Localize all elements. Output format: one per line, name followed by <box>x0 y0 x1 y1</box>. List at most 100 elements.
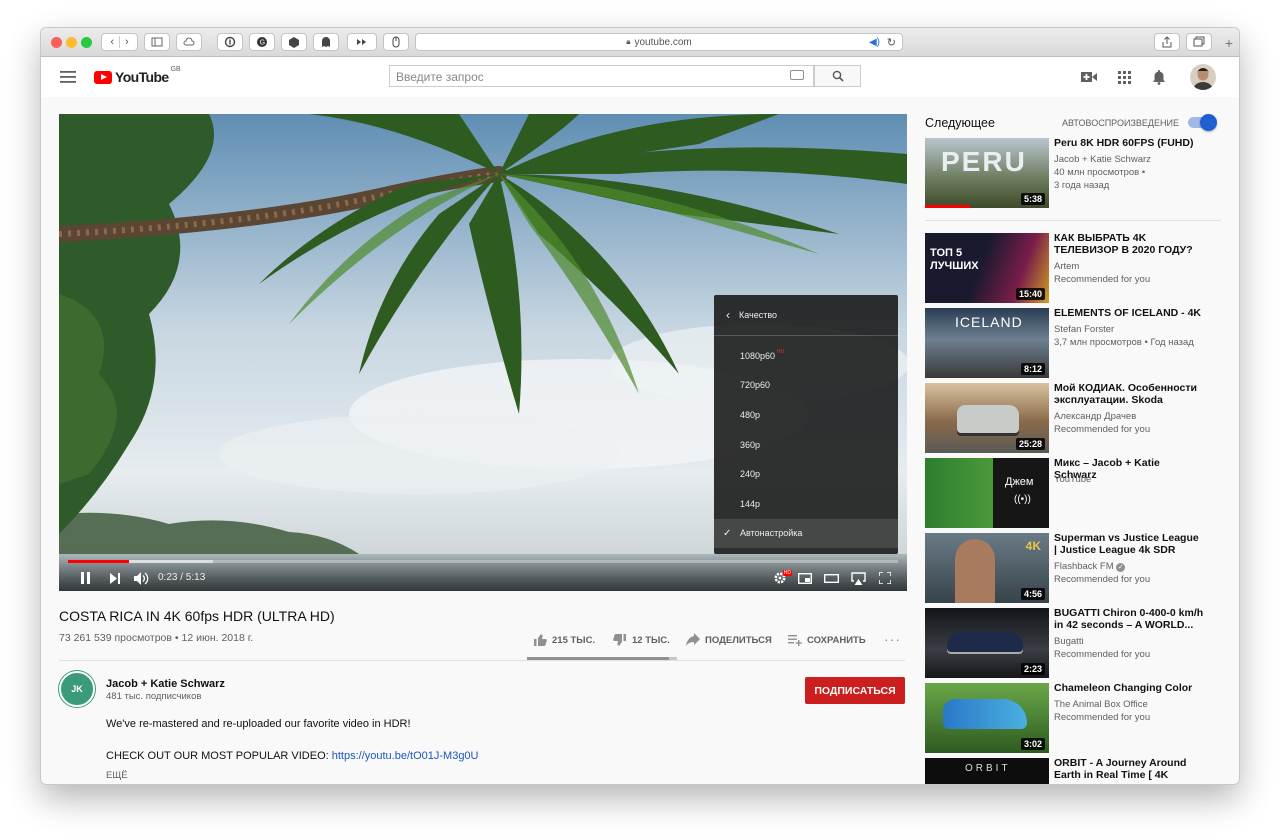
quality-option-360p[interactable]: 360p <box>714 430 898 460</box>
subscribe-button[interactable]: ПОДПИСАТЬСЯ <box>805 677 905 704</box>
autoplay-toggle[interactable] <box>1188 114 1217 131</box>
video-card[interactable]: Джем ((•)) Микс – Jacob + Katie Schwarz … <box>925 457 1225 528</box>
channel-name[interactable]: Jacob + Katie Schwarz <box>106 678 225 690</box>
video-thumbnail[interactable]: ORBIT <box>925 758 1049 784</box>
thumbnail-text: ТОП 5 ЛУЧШИХ <box>930 247 979 272</box>
pause-icon[interactable] <box>77 570 93 586</box>
zoom-window-icon[interactable] <box>81 37 92 48</box>
quality-option-720p60[interactable]: 720p60 <box>714 371 898 401</box>
video-card[interactable]: PERU 5:38 Peru 8K HDR 60FPS (FUHD) Jacob… <box>925 137 1225 208</box>
video-card-title[interactable]: Мой КОДИАК. Особенности эксплуатации. Sk… <box>1054 382 1204 407</box>
video-thumbnail[interactable]: ICELAND 8:12 <box>925 308 1049 378</box>
search-input[interactable]: Введите запрос <box>389 65 814 87</box>
icloud-button[interactable] <box>176 33 202 51</box>
share-video-button[interactable]: ПОДЕЛИТЬСЯ <box>686 633 772 647</box>
video-thumbnail[interactable]: 3:02 <box>925 683 1049 753</box>
video-card[interactable]: 3:02 Chameleon Changing Color The Animal… <box>925 682 1225 753</box>
grammarly-button[interactable]: G <box>249 33 275 51</box>
video-thumbnail[interactable]: 2:23 <box>925 608 1049 678</box>
menu-icon[interactable] <box>59 69 77 85</box>
video-thumbnail[interactable]: PERU 5:38 <box>925 138 1049 208</box>
onepassword-button[interactable] <box>217 33 243 51</box>
video-player[interactable]: ‹ Качество 1080p60 HD 720p60 480p 360p 2… <box>59 114 907 591</box>
search-button[interactable] <box>814 65 861 87</box>
video-card-channel[interactable]: Jacob + Katie Schwarz <box>1054 154 1219 165</box>
video-card-title[interactable]: КАК ВЫБРАТЬ 4K ТЕЛЕВИЗОР В 2020 ГОДУ? LG… <box>1054 232 1204 257</box>
back-icon[interactable]: ‹ <box>105 36 120 48</box>
show-more-button[interactable]: ЕЩЁ <box>106 770 128 781</box>
screen-recorder-button[interactable] <box>347 33 377 51</box>
close-window-icon[interactable] <box>51 37 62 48</box>
video-card[interactable]: 4K 4:56 Superman vs Justice League | Jus… <box>925 532 1225 603</box>
video-card-meta: Recommended for you <box>1054 712 1151 723</box>
mouse-extension-button[interactable] <box>383 33 409 51</box>
fullscreen-icon[interactable] <box>877 570 893 586</box>
sidebar-button[interactable] <box>144 33 170 51</box>
video-card-channel[interactable]: Stefan Forster <box>1054 324 1219 335</box>
quality-option-1080p60[interactable]: 1080p60 HD <box>714 341 898 371</box>
video-card[interactable]: 2:23 BUGATTI Chiron 0-400-0 km/h in 42 s… <box>925 607 1225 678</box>
quality-option-auto[interactable]: ✓ Автонастройка <box>714 518 898 549</box>
new-tab-icon[interactable]: + <box>1221 34 1237 52</box>
audio-icon[interactable]: ◀︎) <box>869 37 880 48</box>
back-forward-buttons[interactable]: ‹ › <box>101 33 138 51</box>
youtube-logo[interactable]: YouTube GB <box>94 66 181 87</box>
volume-icon[interactable] <box>133 570 149 586</box>
video-card-title[interactable]: BUGATTI Chiron 0-400-0 km/h in 42 second… <box>1054 607 1204 631</box>
video-card[interactable]: ICELAND 8:12 ELEMENTS OF ICELAND - 4K St… <box>925 307 1225 378</box>
quality-option-480p[interactable]: 480p <box>714 400 898 430</box>
avatar[interactable] <box>1190 64 1216 90</box>
video-thumbnail[interactable]: ТОП 5 ЛУЧШИХ 15:40 <box>925 233 1049 303</box>
quality-menu-header[interactable]: ‹ Качество <box>714 295 898 336</box>
video-card-meta: Recommended for you <box>1054 424 1151 435</box>
share-button[interactable] <box>1154 33 1180 51</box>
notifications-icon[interactable] <box>1151 68 1167 85</box>
save-to-playlist-button[interactable]: СОХРАНИТЬ <box>788 633 866 647</box>
video-card-title[interactable]: Chameleon Changing Color <box>1054 682 1204 694</box>
progress-track[interactable] <box>68 560 898 563</box>
next-icon[interactable] <box>107 570 123 586</box>
video-card-title[interactable]: Superman vs Justice League | Justice Lea… <box>1054 532 1204 556</box>
video-card-channel[interactable]: Александр Драчев <box>1054 411 1219 422</box>
video-card-channel[interactable]: YouTube <box>1054 474 1219 485</box>
more-actions-icon[interactable]: ··· <box>884 631 901 647</box>
settings-icon[interactable]: HD <box>771 570 792 586</box>
address-bar[interactable]: 🔒︎ youtube.com ◀︎) ↻ <box>415 33 903 51</box>
video-thumbnail[interactable]: 25:28 <box>925 383 1049 453</box>
keyboard-icon[interactable] <box>790 70 804 80</box>
mix-label: Джем <box>1005 476 1034 488</box>
settings-hd-badge: HD <box>782 570 792 576</box>
box-extension-button[interactable] <box>281 33 307 51</box>
video-card-title[interactable]: ELEMENTS OF ICELAND - 4K <box>1054 307 1204 319</box>
reload-icon[interactable]: ↻ <box>887 36 896 49</box>
video-card-channel[interactable]: Bugatti <box>1054 636 1219 647</box>
minimize-window-icon[interactable] <box>66 37 77 48</box>
description-link[interactable]: https://youtu.be/tO01J-M3g0U <box>332 750 479 762</box>
channel-avatar[interactable]: JK <box>59 671 95 707</box>
create-video-icon[interactable] <box>1081 69 1097 85</box>
apps-icon[interactable] <box>1116 69 1132 85</box>
video-card[interactable]: ТОП 5 ЛУЧШИХ 15:40 КАК ВЫБРАТЬ 4K ТЕЛЕВИ… <box>925 232 1225 303</box>
video-card-channel[interactable]: Artem <box>1054 261 1219 272</box>
video-thumbnail[interactable]: Джем ((•)) <box>925 458 1049 528</box>
video-card-channel[interactable]: The Animal Box Office <box>1054 699 1219 710</box>
video-card-channel[interactable]: Flashback FM ✓ <box>1054 561 1219 572</box>
ghostery-button[interactable] <box>313 33 339 51</box>
like-button[interactable]: 215 ТЫС. <box>533 633 595 647</box>
video-card[interactable]: ORBIT ORBIT - A Journey Around Earth in … <box>925 757 1225 784</box>
quality-option-144p[interactable]: 144p <box>714 489 898 519</box>
dislike-button[interactable]: 12 ТЫС. <box>613 633 670 647</box>
theater-mode-icon[interactable] <box>823 570 839 586</box>
video-card[interactable]: 25:28 Мой КОДИАК. Особенности эксплуатац… <box>925 382 1225 453</box>
quality-option-240p[interactable]: 240p <box>714 459 898 489</box>
forward-icon[interactable]: › <box>120 36 134 48</box>
chevron-left-icon[interactable]: ‹ <box>726 308 730 322</box>
miniplayer-icon[interactable] <box>797 570 813 586</box>
tabs-overview-button[interactable] <box>1186 33 1212 51</box>
airplay-icon[interactable] <box>849 570 867 586</box>
channel-name[interactable]: Flashback FM <box>1054 561 1114 572</box>
video-thumbnail[interactable]: 4K 4:56 <box>925 533 1049 603</box>
browser-toolbar: ‹ › G 🔒︎ youtube.com ◀︎) ↻ + <box>41 28 1239 57</box>
video-card-title[interactable]: ORBIT - A Journey Around Earth in Real T… <box>1054 757 1204 782</box>
video-card-title[interactable]: Peru 8K HDR 60FPS (FUHD) <box>1054 137 1204 149</box>
